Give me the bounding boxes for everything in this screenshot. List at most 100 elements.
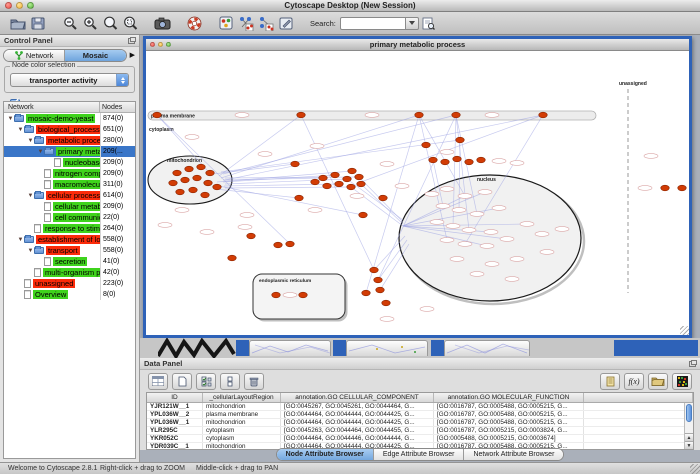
tree-row[interactable]: ▼mosaic-demo-yeast874(0) xyxy=(4,113,135,124)
graph-node-label[interactable] xyxy=(283,293,297,298)
tree-row[interactable]: ▼establishment of lo558(0) xyxy=(4,234,135,245)
graph-node[interactable] xyxy=(362,290,370,296)
tree-row[interactable]: secretion41(0) xyxy=(4,256,135,267)
graph-node-label[interactable] xyxy=(644,154,658,159)
graph-node[interactable] xyxy=(189,187,197,193)
graph-node-label[interactable] xyxy=(500,237,514,242)
graph-node[interactable] xyxy=(204,180,212,186)
column-header[interactable]: _cellularLayoutRegion xyxy=(203,393,281,402)
zoom-out-icon[interactable] xyxy=(60,14,80,33)
graph-node[interactable] xyxy=(465,159,473,165)
background-frame-edge[interactable] xyxy=(431,340,444,356)
graph-node[interactable] xyxy=(299,292,307,298)
graph-node[interactable] xyxy=(247,233,255,239)
graph-node[interactable] xyxy=(429,157,437,163)
graph-node-label[interactable] xyxy=(446,224,460,229)
graph-node[interactable] xyxy=(477,157,485,163)
scroll-up-icon[interactable]: ▲ xyxy=(685,433,693,441)
search-options-icon[interactable] xyxy=(419,14,439,33)
background-frame-edge[interactable] xyxy=(236,340,249,356)
graph-node[interactable] xyxy=(355,174,363,180)
graph-node-label[interactable] xyxy=(480,244,494,249)
graph-node[interactable] xyxy=(452,112,460,118)
tab-network-attribute-browser[interactable]: Network Attribute Browser xyxy=(464,449,563,460)
graph-node[interactable] xyxy=(176,189,184,195)
graph-node-label[interactable] xyxy=(365,113,379,118)
graph-node-label[interactable] xyxy=(470,272,484,277)
tab-node-attribute-browser[interactable]: Node Attribute Browser xyxy=(277,449,374,460)
tree-row[interactable]: response to stimul264(0) xyxy=(4,223,135,234)
tree-row[interactable]: multi-organism pro42(0) xyxy=(4,267,135,278)
graph-node[interactable] xyxy=(347,184,355,190)
search-dropdown-button[interactable] xyxy=(406,17,419,30)
graph-node[interactable] xyxy=(291,161,299,167)
expander-icon[interactable]: ▼ xyxy=(27,138,34,144)
table-row[interactable]: YPL036W__2plasma membrane[GO:0044464, GO… xyxy=(147,411,693,419)
select-attributes-icon[interactable] xyxy=(148,373,168,390)
graph-node-label[interactable] xyxy=(350,194,364,199)
graph-node-label[interactable] xyxy=(420,307,434,312)
import-attributes-icon[interactable] xyxy=(648,373,668,390)
graph-node-label[interactable] xyxy=(425,192,439,197)
graph-node-label[interactable] xyxy=(492,159,506,164)
graph-node[interactable] xyxy=(169,180,177,186)
search-input[interactable] xyxy=(340,17,406,30)
tree-row[interactable]: Overview8(0) xyxy=(4,289,135,300)
graph-node[interactable] xyxy=(453,156,461,162)
graph-node-label[interactable] xyxy=(462,228,476,233)
graph-node-label[interactable] xyxy=(478,190,492,195)
tree-row[interactable]: unassigned223(0) xyxy=(4,278,135,289)
column-header[interactable]: annotation.GO CELLULAR_COMPONENT xyxy=(281,393,434,402)
graph-node-label[interactable] xyxy=(238,225,252,230)
graph-node[interactable] xyxy=(311,179,319,185)
tab-network[interactable]: Network xyxy=(4,50,65,61)
expander-icon[interactable]: ▼ xyxy=(27,248,34,254)
notes-icon[interactable] xyxy=(600,373,620,390)
tree-row[interactable]: ▼biological_process651(0) xyxy=(4,124,135,135)
graph-node-label[interactable] xyxy=(240,213,254,218)
graph-node-label[interactable] xyxy=(430,220,444,225)
float-panel-icon[interactable] xyxy=(128,38,135,44)
graph-node-label[interactable] xyxy=(535,232,549,237)
float-data-panel-icon[interactable] xyxy=(689,361,696,367)
table-row[interactable]: YKR052Ccytoplasm[GO:0044464, GO:0044446,… xyxy=(147,435,693,443)
graph-node-label[interactable] xyxy=(555,227,569,232)
expander-icon[interactable]: ▼ xyxy=(17,127,24,133)
background-frame[interactable] xyxy=(346,340,428,356)
graph-node[interactable] xyxy=(323,183,331,189)
graph-node-label[interactable] xyxy=(510,257,524,262)
open-icon[interactable] xyxy=(8,14,28,33)
graph-node[interactable] xyxy=(274,242,282,248)
tree-row[interactable]: nitrogen compo209(0) xyxy=(4,168,135,179)
table-row[interactable]: YPL036W__1mitochondrion[GO:0044464, GO:0… xyxy=(147,419,693,427)
frame-resize-grip[interactable] xyxy=(680,326,689,335)
graph-node-label[interactable] xyxy=(458,194,472,199)
graph-node-label[interactable] xyxy=(310,144,324,149)
graph-node[interactable] xyxy=(456,137,464,143)
graph-node[interactable] xyxy=(173,170,181,176)
graph-node-label[interactable] xyxy=(380,317,394,322)
graph-node-label[interactable] xyxy=(452,208,466,213)
graph-node[interactable] xyxy=(415,112,423,118)
graph-node-label[interactable] xyxy=(380,162,394,167)
graph-node-label[interactable] xyxy=(470,212,484,217)
graph-node-label[interactable] xyxy=(308,208,322,213)
graph-node-label[interactable] xyxy=(505,277,519,282)
expander-icon[interactable]: ▼ xyxy=(27,193,34,199)
graph-node[interactable] xyxy=(348,168,356,174)
graph-node[interactable] xyxy=(370,267,378,273)
graph-node[interactable] xyxy=(295,195,303,201)
graph-node[interactable] xyxy=(286,241,294,247)
graph-node-label[interactable] xyxy=(450,257,464,262)
graph-node[interactable] xyxy=(343,176,351,182)
expander-icon[interactable]: ▼ xyxy=(7,116,14,122)
graph-node[interactable] xyxy=(181,177,189,183)
snapshot-icon[interactable] xyxy=(152,14,172,33)
graph-node[interactable] xyxy=(213,184,221,190)
graph-node[interactable] xyxy=(678,185,686,191)
background-frame-edge[interactable] xyxy=(333,340,346,356)
graph-node[interactable] xyxy=(297,112,305,118)
background-frame-edge[interactable] xyxy=(614,340,698,356)
graph-node[interactable] xyxy=(319,175,327,181)
graph-node-label[interactable] xyxy=(485,262,499,267)
